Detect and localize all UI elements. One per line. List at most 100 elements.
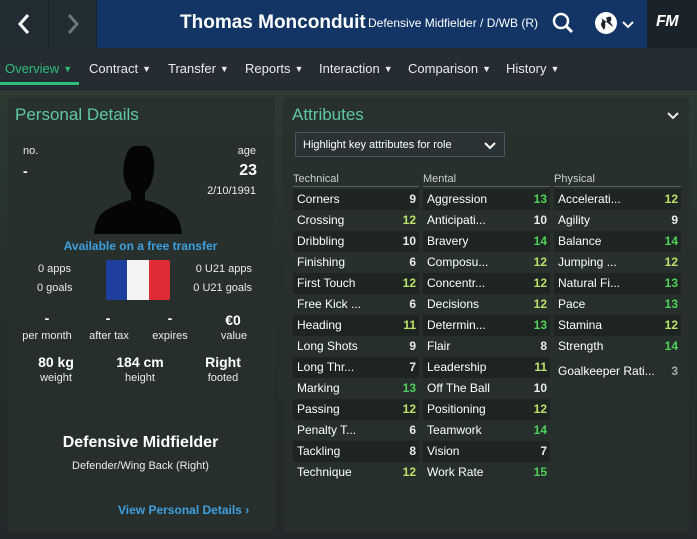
- attribute-row[interactable]: Natural Fi... 13: [554, 273, 681, 294]
- forward-button[interactable]: [48, 0, 96, 48]
- attribute-name: Teamwork: [427, 423, 482, 437]
- attribute-row[interactable]: Free Kick ... 6: [293, 294, 419, 315]
- attribute-row[interactable]: Long Thr... 7: [293, 357, 419, 378]
- attribute-row[interactable]: Jumping ... 12: [554, 252, 681, 273]
- attribute-row[interactable]: Crossing 12: [293, 210, 419, 231]
- highlight-role-dropdown[interactable]: Highlight key attributes for role: [295, 132, 505, 157]
- attribute-value: 10: [533, 213, 547, 227]
- globe-icon[interactable]: [594, 11, 618, 40]
- attribute-value: 12: [533, 276, 547, 290]
- chevron-down-icon[interactable]: [622, 17, 634, 35]
- attribute-name: Off The Ball: [427, 381, 490, 395]
- attribute-name: Technique: [297, 465, 352, 479]
- attribute-row[interactable]: Concentr... 12: [423, 273, 550, 294]
- attribute-row[interactable]: Anticipati... 10: [423, 210, 550, 231]
- technical-header-divider: [293, 186, 419, 187]
- attribute-value: 6: [409, 255, 416, 269]
- preferred-role-sub: Defender/Wing Back (Right): [72, 460, 209, 472]
- attribute-name: Agility: [558, 213, 591, 227]
- attribute-row-goalkeeper-rating[interactable]: Goalkeeper Rati... 3: [554, 361, 681, 382]
- attribute-name: Accelerati...: [558, 192, 621, 206]
- attribute-row[interactable]: Balance 14: [554, 231, 681, 252]
- attribute-row[interactable]: Leadership 11: [423, 357, 550, 378]
- attribute-name: Long Shots: [297, 339, 358, 353]
- attribute-row[interactable]: Marking 13: [293, 378, 419, 399]
- goals-count: 0 goals: [37, 282, 73, 294]
- attribute-row[interactable]: Teamwork 14: [423, 420, 550, 441]
- transfer-status-link[interactable]: Available on a free transfer: [14, 239, 267, 253]
- attribute-row[interactable]: First Touch 12: [293, 273, 419, 294]
- search-icon[interactable]: [552, 12, 574, 39]
- attribute-row[interactable]: Finishing 6: [293, 252, 419, 273]
- tab-transfer[interactable]: Transfer ▼: [168, 61, 229, 76]
- attribute-row[interactable]: Decisions 12: [423, 294, 550, 315]
- attribute-row[interactable]: Stamina 12: [554, 315, 681, 336]
- attribute-value: 12: [533, 255, 547, 269]
- attribute-value: 8: [409, 444, 416, 458]
- tab-history[interactable]: History ▼: [506, 61, 559, 76]
- attribute-row[interactable]: Penalty T... 6: [293, 420, 419, 441]
- attribute-value: 9: [409, 192, 416, 206]
- tab-bar: Overview ▼ Contract ▼ Transfer ▼ Reports ▼ I…: [0, 48, 697, 90]
- attribute-name: Free Kick ...: [297, 297, 362, 311]
- tab-interaction[interactable]: Interaction ▼: [319, 61, 393, 76]
- attribute-value: 13: [664, 276, 678, 290]
- attribute-name: Bravery: [427, 234, 469, 248]
- attribute-row[interactable]: Composu... 12: [423, 252, 550, 273]
- attribute-row[interactable]: Dribbling 10: [293, 231, 419, 252]
- height-label: height: [125, 372, 155, 384]
- chevron-right-icon: ›: [245, 503, 250, 517]
- attribute-value: 13: [533, 192, 547, 206]
- attribute-row[interactable]: Aggression 13: [423, 189, 550, 210]
- market-value: €0: [225, 312, 241, 328]
- view-personal-details-link[interactable]: View Personal Details ›: [118, 503, 249, 517]
- attribute-name: Flair: [427, 339, 451, 353]
- attribute-name: Dribbling: [297, 234, 345, 248]
- attribute-value: 12: [664, 255, 678, 269]
- attribute-row[interactable]: Vision 7: [423, 441, 550, 462]
- attribute-name: Crossing: [297, 213, 345, 227]
- attribute-row[interactable]: Heading 11: [293, 315, 419, 336]
- active-tab-indicator: [0, 82, 79, 85]
- attribute-row[interactable]: Passing 12: [293, 399, 419, 420]
- tab-comparison[interactable]: Comparison ▼: [408, 61, 491, 76]
- attribute-row[interactable]: Pace 13: [554, 294, 681, 315]
- tab-reports[interactable]: Reports ▼: [245, 61, 303, 76]
- wage-value: -: [44, 310, 50, 326]
- fm-logo[interactable]: FM: [656, 13, 679, 31]
- physical-header-divider: [554, 186, 681, 187]
- attribute-row[interactable]: Corners 9: [293, 189, 419, 210]
- attribute-name: First Touch: [297, 276, 356, 290]
- expires-value: -: [167, 310, 173, 326]
- attribute-row[interactable]: Determin... 13: [423, 315, 550, 336]
- attribute-value: 9: [671, 213, 678, 227]
- tab-overview[interactable]: Overview ▼: [5, 61, 72, 76]
- view-link-label: View Personal Details: [118, 503, 242, 517]
- attribute-row[interactable]: Strength 14: [554, 336, 681, 357]
- attribute-row[interactable]: Tackling 8: [293, 441, 419, 462]
- chevron-down-icon[interactable]: [667, 108, 679, 126]
- attribute-name: Concentr...: [427, 276, 486, 290]
- attribute-row[interactable]: Positioning 12: [423, 399, 550, 420]
- attribute-value: 12: [402, 465, 416, 479]
- back-button[interactable]: [0, 0, 48, 48]
- attribute-row[interactable]: Work Rate 15: [423, 462, 550, 483]
- attribute-row[interactable]: Long Shots 9: [293, 336, 419, 357]
- attribute-row[interactable]: Off The Ball 10: [423, 378, 550, 399]
- attribute-row[interactable]: Agility 9: [554, 210, 681, 231]
- attribute-row[interactable]: Bravery 14: [423, 231, 550, 252]
- player-name: Thomas Monconduit: [180, 12, 366, 33]
- tab-contract[interactable]: Contract ▼: [89, 61, 151, 76]
- apps-count: 0 apps: [38, 263, 72, 275]
- chevron-down-icon: ▼: [383, 64, 393, 74]
- attribute-value: 13: [402, 381, 416, 395]
- attribute-row[interactable]: Technique 12: [293, 462, 419, 483]
- attribute-value: 11: [403, 318, 416, 332]
- attribute-name: Goalkeeper Rati...: [558, 364, 655, 378]
- attribute-name: Stamina: [558, 318, 603, 332]
- footed-label: footed: [207, 372, 239, 384]
- u21-apps-count: 0 U21 apps: [195, 263, 252, 275]
- chevron-down-icon: ▼: [142, 64, 152, 74]
- attribute-row[interactable]: Accelerati... 12: [554, 189, 681, 210]
- attribute-row[interactable]: Flair 8: [423, 336, 550, 357]
